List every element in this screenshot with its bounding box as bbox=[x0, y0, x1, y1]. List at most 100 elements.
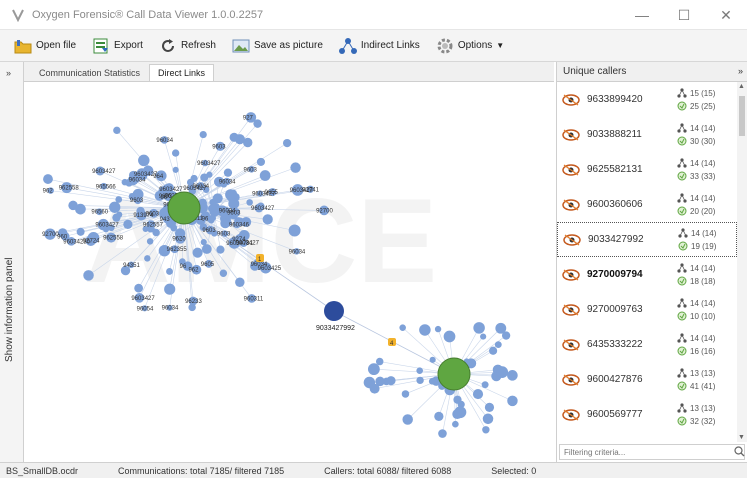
caller-row[interactable]: 9600427876 13 (13) 41 (41) bbox=[557, 362, 737, 397]
graph-node[interactable] bbox=[495, 322, 507, 334]
graph-node[interactable] bbox=[429, 356, 436, 363]
graph-node[interactable] bbox=[206, 171, 213, 178]
graph-node[interactable] bbox=[83, 270, 94, 281]
graph-node[interactable] bbox=[290, 162, 301, 173]
graph-node[interactable] bbox=[43, 174, 53, 184]
indirect-links-button[interactable]: Indirect Links bbox=[333, 34, 426, 58]
graph-node[interactable] bbox=[234, 134, 245, 145]
graph-node[interactable] bbox=[259, 170, 271, 181]
graph-node[interactable] bbox=[112, 213, 121, 222]
graph-node[interactable] bbox=[399, 324, 406, 331]
graph-node[interactable] bbox=[171, 149, 180, 157]
graph-node[interactable] bbox=[367, 363, 380, 376]
graph-node[interactable] bbox=[484, 402, 495, 412]
graph-node[interactable] bbox=[402, 414, 413, 425]
expand-arrows-icon[interactable]: » bbox=[6, 68, 11, 78]
graph-node[interactable] bbox=[146, 238, 154, 245]
graph-node[interactable] bbox=[494, 341, 502, 349]
maximize-button[interactable]: ☐ bbox=[663, 0, 705, 30]
graph-node[interactable] bbox=[472, 389, 484, 400]
graph-node[interactable] bbox=[109, 201, 121, 213]
graph-node[interactable] bbox=[416, 367, 423, 374]
caller-row[interactable]: 9033888211 14 (14) 30 (30) bbox=[557, 117, 737, 152]
options-button[interactable]: Options ▼ bbox=[430, 34, 510, 58]
caller-row[interactable]: 9270009794 14 (14) 18 (18) bbox=[557, 257, 737, 292]
graph-node[interactable] bbox=[219, 269, 228, 277]
hub-node-a[interactable] bbox=[167, 191, 201, 225]
graph-node[interactable] bbox=[253, 119, 262, 128]
graph-node[interactable] bbox=[507, 395, 518, 407]
graph-node[interactable] bbox=[416, 376, 424, 385]
search-icon[interactable] bbox=[734, 446, 745, 457]
link-graph-canvas[interactable]: AMCE 96560962561960347819625589603119623… bbox=[24, 82, 554, 462]
collapse-arrows-icon[interactable]: » bbox=[738, 66, 743, 76]
scroll-down-icon[interactable]: ▼ bbox=[738, 434, 745, 441]
graph-node[interactable] bbox=[68, 200, 78, 211]
graph-node[interactable] bbox=[201, 244, 212, 254]
center-node[interactable] bbox=[324, 301, 344, 321]
graph-node[interactable] bbox=[192, 247, 203, 258]
graph-node[interactable] bbox=[489, 346, 498, 355]
refresh-button[interactable]: Refresh bbox=[153, 34, 222, 58]
graph-node[interactable] bbox=[375, 357, 384, 366]
caller-row[interactable]: 9625582131 14 (14) 33 (33) bbox=[557, 152, 737, 187]
graph-node[interactable] bbox=[496, 366, 509, 379]
graph-node[interactable] bbox=[123, 219, 133, 229]
graph-node[interactable] bbox=[115, 196, 123, 203]
scroll-up-icon[interactable]: ▲ bbox=[738, 83, 745, 90]
graph-node[interactable] bbox=[282, 138, 292, 148]
filter-input[interactable] bbox=[559, 444, 745, 460]
graph-node[interactable] bbox=[434, 411, 444, 422]
save-picture-button[interactable]: Save as picture bbox=[226, 34, 329, 58]
graph-node[interactable] bbox=[386, 376, 396, 386]
graph-node[interactable] bbox=[452, 420, 459, 428]
graph-node[interactable] bbox=[473, 322, 485, 334]
link-graph-svg[interactable]: AMCE 96560962561960347819625589603119623… bbox=[24, 82, 554, 462]
tab-direct-links[interactable]: Direct Links bbox=[149, 64, 215, 81]
graph-node[interactable] bbox=[434, 325, 442, 333]
graph-node[interactable] bbox=[152, 228, 160, 237]
graph-node[interactable] bbox=[443, 330, 456, 343]
graph-node[interactable] bbox=[482, 426, 490, 434]
graph-node[interactable] bbox=[235, 277, 245, 287]
graph-node[interactable] bbox=[369, 383, 380, 394]
graph-node[interactable] bbox=[144, 255, 151, 262]
close-button[interactable]: ✕ bbox=[705, 0, 747, 30]
graph-node[interactable] bbox=[216, 245, 225, 254]
caller-row[interactable]: 9600360606 14 (14) 20 (20) bbox=[557, 187, 737, 222]
graph-node[interactable] bbox=[121, 178, 129, 186]
graph-node[interactable] bbox=[164, 283, 176, 295]
graph-node[interactable] bbox=[76, 227, 85, 236]
graph-node[interactable] bbox=[199, 130, 207, 139]
graph-node[interactable] bbox=[288, 224, 301, 237]
graph-node[interactable] bbox=[262, 214, 273, 225]
side-information-panel[interactable]: » Show information panel bbox=[0, 62, 24, 462]
graph-node[interactable] bbox=[113, 126, 121, 135]
tab-communication-statistics[interactable]: Communication Statistics bbox=[30, 64, 149, 81]
caller-row[interactable]: 6435333222 14 (14) 16 (16) bbox=[557, 327, 737, 362]
graph-node[interactable] bbox=[228, 198, 240, 210]
scrollbar-thumb[interactable] bbox=[739, 96, 745, 136]
graph-node[interactable] bbox=[190, 174, 198, 182]
minimize-button[interactable]: — bbox=[621, 0, 663, 30]
graph-node[interactable] bbox=[172, 166, 179, 173]
graph-node[interactable] bbox=[401, 390, 410, 398]
graph-node[interactable] bbox=[223, 168, 233, 177]
hub-node-b[interactable] bbox=[437, 357, 471, 391]
graph-node[interactable] bbox=[481, 381, 489, 389]
graph-node[interactable] bbox=[482, 413, 494, 425]
graph-node[interactable] bbox=[438, 429, 447, 438]
graph-node[interactable] bbox=[138, 154, 150, 167]
caller-row[interactable]: 9033427992 14 (14) 19 (19) bbox=[557, 222, 737, 257]
callers-scrollbar[interactable]: ▲ ▼ bbox=[737, 82, 747, 442]
caller-row[interactable]: 9633899420 15 (15) 25 (25) bbox=[557, 82, 737, 117]
graph-node[interactable] bbox=[166, 268, 173, 275]
export-button[interactable]: Export bbox=[86, 34, 149, 58]
graph-node[interactable] bbox=[134, 283, 144, 293]
graph-node[interactable] bbox=[480, 333, 487, 340]
graph-node[interactable] bbox=[246, 199, 253, 206]
open-file-button[interactable]: Open file bbox=[8, 34, 82, 58]
graph-node[interactable] bbox=[256, 157, 266, 166]
caller-row[interactable]: 9270009763 14 (14) 10 (10) bbox=[557, 292, 737, 327]
caller-row[interactable]: 9600569777 13 (13) 32 (32) bbox=[557, 397, 737, 432]
